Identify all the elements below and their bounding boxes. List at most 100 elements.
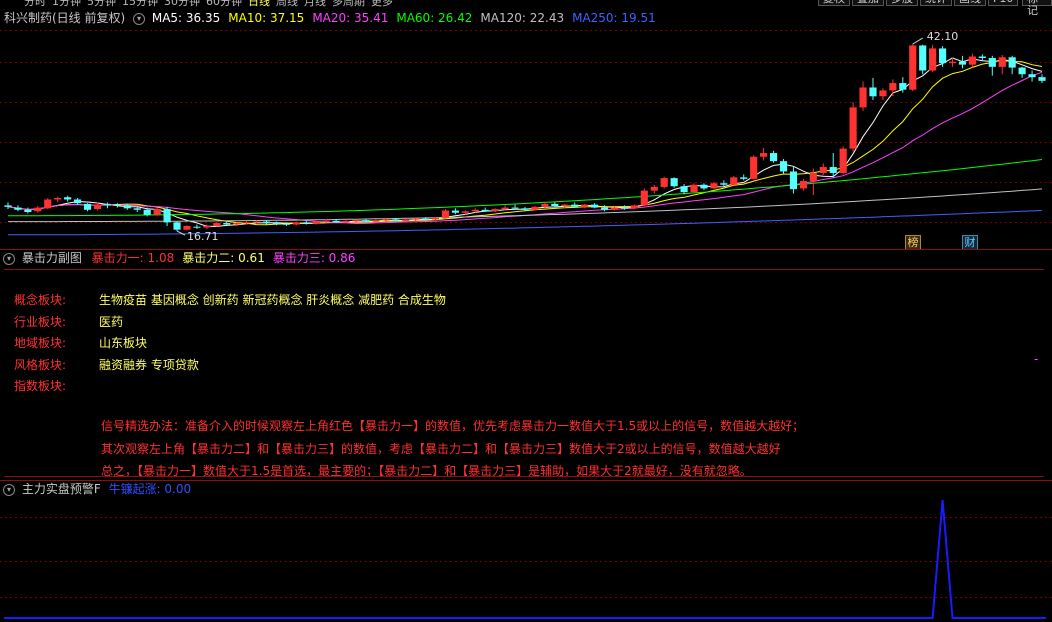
- candle: [849, 102, 857, 152]
- indicator1-value: 暴击力二: 0.61: [182, 251, 265, 265]
- candle: [938, 46, 947, 67]
- period-tab[interactable]: 日线: [248, 0, 270, 8]
- sector-label: 地域板块:: [14, 336, 67, 350]
- candle: [173, 221, 181, 232]
- finance-marker[interactable]: 财: [962, 235, 978, 250]
- period-tab[interactable]: 60分钟: [206, 0, 242, 8]
- candle: [54, 196, 62, 203]
- ma-legend: MA5: 36.35 MA10: 37.15 MA20: 35.41 MA60: 26…: [152, 11, 656, 25]
- candle: [690, 183, 698, 193]
- candle: [760, 147, 768, 161]
- indicator2-header: ▾ 主力实盘预警F 牛镰起涨: 0.00: [3, 482, 191, 497]
- candle: [650, 184, 658, 194]
- toolbar-button[interactable]: 复权: [818, 0, 850, 6]
- panel-divider[interactable]: [0, 480, 1052, 481]
- candlestick-chart[interactable]: 42.10 16.71: [0, 26, 1052, 248]
- chevron-down-icon[interactable]: ▾: [3, 483, 15, 496]
- candle: [1038, 74, 1046, 84]
- candle: [670, 177, 678, 188]
- toolbar-button[interactable]: 叠加: [852, 0, 884, 6]
- indicator1-values: 暴击力一: 1.08 暴击力二: 0.61 暴击力三: 0.86: [92, 251, 356, 265]
- toolbar-button[interactable]: F10: [988, 0, 1019, 6]
- period-tab[interactable]: 周线: [276, 0, 298, 8]
- period-tab[interactable]: 分时: [24, 0, 46, 8]
- candle: [968, 53, 976, 68]
- candle: [829, 153, 837, 178]
- ma-label: MA20: 35.41: [312, 11, 389, 25]
- sector-value: 山东板块: [99, 336, 148, 350]
- toolbar-button[interactable]: 画线: [954, 0, 986, 6]
- candle: [113, 203, 121, 208]
- candle: [988, 55, 996, 76]
- sector-label: 概念板块:: [14, 293, 67, 307]
- candle: [660, 176, 668, 189]
- ma-label: MA250: 19.51: [572, 11, 656, 25]
- panel-divider[interactable]: [0, 249, 1052, 250]
- alert-chart[interactable]: [0, 497, 1052, 622]
- right-dash: -: [1034, 352, 1039, 366]
- indicator1-value: 暴击力三: 0.86: [272, 251, 356, 265]
- indicator2-title: 主力实盘预警F: [21, 482, 101, 496]
- chevron-down-icon[interactable]: ▾: [3, 252, 15, 265]
- period-tab[interactable]: 5分钟: [87, 0, 116, 8]
- candle: [740, 174, 748, 181]
- candle: [998, 55, 1006, 75]
- candle: [1018, 66, 1026, 78]
- candle: [44, 198, 52, 210]
- note-line: 其次观察左上角【暴击力二】和【暴击力三】的数值，考虑【暴击力二】和【暴击力三】数…: [101, 441, 781, 456]
- candle: [680, 184, 688, 195]
- high-price-label: 42.10: [927, 30, 959, 43]
- candle: [292, 221, 300, 226]
- candle: [879, 88, 887, 100]
- period-tab[interactable]: 15分钟: [122, 0, 158, 8]
- chevron-down-icon[interactable]: ▾: [133, 12, 146, 25]
- candle: [720, 180, 728, 187]
- sector-label: 指数板块:: [14, 379, 67, 393]
- candle: [193, 224, 201, 229]
- period-tab[interactable]: 更多: [371, 0, 393, 8]
- note-line: 信号精选办法：准备介入的时候观察左上角红色【暴击力一】的数值，优先考虑暴击力一数…: [101, 419, 805, 433]
- candle: [929, 44, 937, 72]
- stock-title: 科兴制药(日线 前复权): [4, 11, 126, 25]
- toolbar-button[interactable]: 标记: [1022, 0, 1052, 17]
- ma-label: MA5: 36.35: [151, 11, 221, 25]
- candle: [1008, 55, 1016, 75]
- candle: [302, 220, 310, 225]
- candle: [640, 188, 648, 207]
- sector-label: 风格板块:: [14, 357, 67, 372]
- candle: [491, 208, 499, 212]
- period-tab[interactable]: 多周期: [332, 0, 365, 8]
- candle: [859, 81, 867, 112]
- sector-label: 行业板块:: [14, 314, 67, 329]
- toolbar-button[interactable]: 多股: [886, 0, 918, 6]
- ma-label: MA120: 22.43: [480, 11, 565, 25]
- sector-value: 医药: [99, 314, 124, 329]
- candle: [909, 44, 917, 92]
- candle: [34, 206, 42, 213]
- indicator1-value: 暴击力一: 1.08: [91, 251, 175, 265]
- candle: [24, 207, 32, 214]
- candle: [4, 202, 12, 210]
- candle: [83, 203, 92, 212]
- candle: [700, 183, 708, 190]
- candle: [839, 146, 847, 175]
- candle: [571, 202, 579, 208]
- period-tab[interactable]: 1分钟: [52, 0, 81, 8]
- candle: [730, 175, 738, 186]
- list-marker[interactable]: 榜: [905, 235, 921, 250]
- indicator1-title: 暴击力副图: [21, 251, 82, 265]
- candle: [789, 166, 798, 194]
- indicator1-header: ▾ 暴击力副图 暴击力一: 1.08 暴击力二: 0.61 暴击力三: 0.86: [3, 251, 355, 266]
- candle: [14, 205, 22, 212]
- toolbar-button[interactable]: 统计: [920, 0, 952, 6]
- indicator1-baseline: [4, 269, 1044, 270]
- period-tab[interactable]: 30分钟: [164, 0, 200, 8]
- period-bar: 分时 1分钟 5分钟 15分钟 30分钟 60分钟 日线 周线 月线 多周期 更多: [24, 0, 393, 8]
- candle: [869, 77, 877, 100]
- candle: [919, 44, 927, 75]
- candle: [591, 203, 599, 209]
- candle: [779, 158, 788, 174]
- indicator2-value: 牛镰起涨: 0.00: [108, 482, 192, 496]
- ma-label: MA60: 26.42: [396, 11, 473, 25]
- period-tab[interactable]: 月线: [304, 0, 326, 8]
